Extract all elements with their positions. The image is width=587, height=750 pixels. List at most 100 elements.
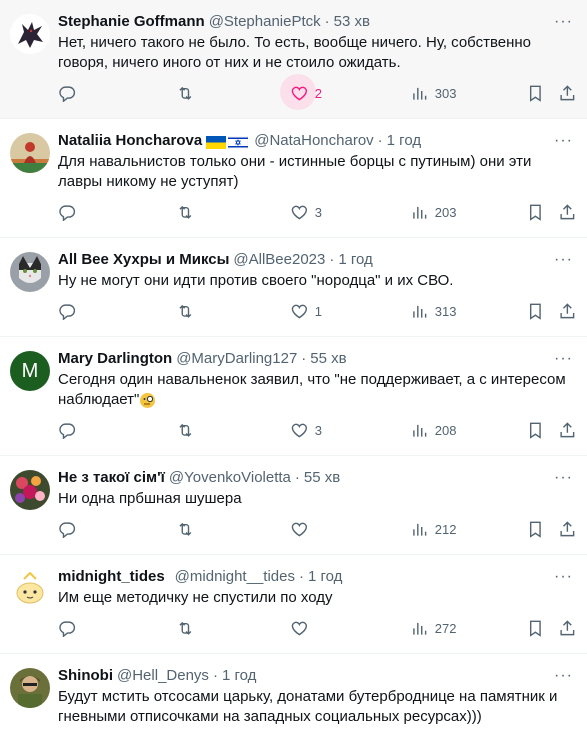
- more-options-icon[interactable]: ···: [554, 250, 573, 270]
- soldier-avatar[interactable]: [10, 668, 50, 708]
- like-button[interactable]: 2: [280, 74, 322, 110]
- more-options-icon[interactable]: ···: [554, 12, 573, 32]
- share-button[interactable]: [558, 416, 577, 444]
- tweet[interactable]: Nataliia Honcharova @NataHoncharov · 1 г…: [0, 119, 587, 238]
- retweet-button[interactable]: [176, 79, 195, 107]
- share-button[interactable]: [558, 515, 577, 543]
- tweet[interactable]: Stephanie Goffmann @StephaniePtck · 53 х…: [0, 0, 587, 119]
- share-button[interactable]: [558, 297, 577, 325]
- reply-button[interactable]: [58, 297, 77, 325]
- action-bar: 1 313: [58, 291, 575, 335]
- timestamp[interactable]: 1 год: [338, 250, 372, 270]
- more-options-icon[interactable]: ···: [554, 666, 573, 686]
- author-name[interactable]: All Bee Хухры и Миксы: [58, 250, 229, 270]
- share-button[interactable]: [558, 198, 577, 226]
- bookmark-icon: [529, 620, 541, 637]
- views-button[interactable]: 303: [410, 79, 456, 107]
- author-name[interactable]: Mary Darlington: [58, 349, 172, 369]
- share-button[interactable]: [558, 79, 577, 107]
- tweet[interactable]: M Mary Darlington @MaryDarling127 · 55 х…: [0, 337, 587, 456]
- tweet[interactable]: All Bee Хухры и Миксы @AllBee2023 · 1 го…: [0, 238, 587, 337]
- author-handle[interactable]: @Hell_Denys: [117, 666, 209, 686]
- retweet-button[interactable]: [176, 416, 195, 444]
- author-name[interactable]: Shinobi: [58, 666, 113, 686]
- reply-button[interactable]: [58, 416, 77, 444]
- person-field-avatar[interactable]: [10, 133, 50, 173]
- reply-icon: [59, 304, 76, 321]
- retweet-button[interactable]: [176, 515, 195, 543]
- tweet-text: Сегодня один навальненок заявил, что "не…: [58, 371, 566, 408]
- reply-icon: [59, 86, 76, 103]
- author-handle[interactable]: @NataHoncharov: [254, 131, 373, 151]
- like-count: 3: [314, 204, 322, 220]
- author-name[interactable]: Stephanie Goffmann: [58, 12, 205, 32]
- views-button[interactable]: 272: [410, 614, 456, 642]
- reply-icon: [59, 423, 76, 440]
- share-button[interactable]: [558, 614, 577, 642]
- action-bar: 272: [58, 608, 575, 652]
- more-options-icon[interactable]: ···: [554, 349, 573, 369]
- timestamp[interactable]: 1 год: [222, 666, 256, 686]
- bookmark-button[interactable]: [526, 614, 545, 642]
- more-options-icon[interactable]: ···: [554, 468, 573, 488]
- author-name[interactable]: Nataliia Honcharova: [58, 131, 202, 151]
- retweet-icon: [179, 522, 192, 536]
- retweet-icon: [179, 621, 192, 635]
- bookmark-button[interactable]: [526, 515, 545, 543]
- bookmark-button[interactable]: [526, 416, 545, 444]
- tweet[interactable]: midnight_tides @midnight__tides · 1 год …: [0, 555, 587, 654]
- tweet-text: Ну не могут они идти против своего "норо…: [58, 272, 454, 289]
- retweet-icon: [179, 205, 192, 219]
- tweet-text: Будут мстить отсосами царьку, донатами б…: [58, 688, 558, 725]
- author-handle[interactable]: @YovenkoVioletta: [169, 468, 291, 488]
- author-handle[interactable]: @StephaniePtck: [209, 12, 321, 32]
- timestamp[interactable]: 1 год: [387, 131, 421, 151]
- retweet-icon: [179, 86, 192, 100]
- cat-avatar[interactable]: [10, 252, 50, 292]
- author-handle[interactable]: @midnight__tides: [175, 567, 295, 587]
- like-button[interactable]: [290, 515, 309, 543]
- retweet-button[interactable]: [176, 297, 195, 325]
- reply-button[interactable]: [58, 614, 77, 642]
- heart-icon: [291, 86, 308, 101]
- timestamp[interactable]: 55 хв: [304, 468, 340, 488]
- author-handle[interactable]: @MaryDarling127: [176, 349, 297, 369]
- more-options-icon[interactable]: ···: [554, 567, 573, 587]
- author-handle[interactable]: @AllBee2023: [233, 250, 325, 270]
- share-icon: [560, 619, 575, 635]
- views-button[interactable]: 208: [410, 416, 456, 444]
- tweet[interactable]: Не з такої сім'ї @YovenkoVioletta · 55 х…: [0, 456, 587, 555]
- like-button[interactable]: 3: [290, 198, 322, 226]
- flowers-avatar[interactable]: [10, 470, 50, 510]
- bookmark-button[interactable]: [526, 198, 545, 226]
- reply-button[interactable]: [58, 198, 77, 226]
- tweet-text: Ни одна прбшная шушера: [58, 490, 242, 507]
- retweet-button[interactable]: [176, 614, 195, 642]
- monocle-face-emoji-icon: [139, 392, 156, 409]
- reply-button[interactable]: [58, 515, 77, 543]
- retweet-button[interactable]: [176, 198, 195, 226]
- like-count: 2: [314, 85, 322, 101]
- reply-button[interactable]: [58, 79, 77, 107]
- like-button[interactable]: [290, 614, 309, 642]
- bookmark-button[interactable]: [526, 297, 545, 325]
- dragon-avatar[interactable]: [10, 14, 50, 54]
- retweet-icon: [179, 423, 192, 437]
- tweet[interactable]: Shinobi @Hell_Denys · 1 год ··· Будут мс…: [0, 654, 587, 750]
- views-button[interactable]: 203: [410, 198, 456, 226]
- egg-character-avatar[interactable]: [10, 569, 50, 609]
- bookmark-button[interactable]: [526, 79, 545, 107]
- views-button[interactable]: 313: [410, 297, 456, 325]
- like-button[interactable]: 3: [290, 416, 322, 444]
- letter-avatar[interactable]: M: [10, 351, 50, 391]
- author-name[interactable]: Не з такої сім'ї: [58, 468, 165, 488]
- views-button[interactable]: 212: [410, 515, 456, 543]
- timestamp[interactable]: 1 год: [308, 567, 342, 587]
- timestamp[interactable]: 53 хв: [334, 12, 370, 32]
- more-options-icon[interactable]: ···: [554, 131, 573, 151]
- author-name[interactable]: midnight_tides: [58, 567, 165, 587]
- timestamp[interactable]: 55 хв: [310, 349, 346, 369]
- views-chart-icon: [413, 523, 427, 536]
- reply-icon: [59, 205, 76, 222]
- like-button[interactable]: 1: [290, 297, 322, 325]
